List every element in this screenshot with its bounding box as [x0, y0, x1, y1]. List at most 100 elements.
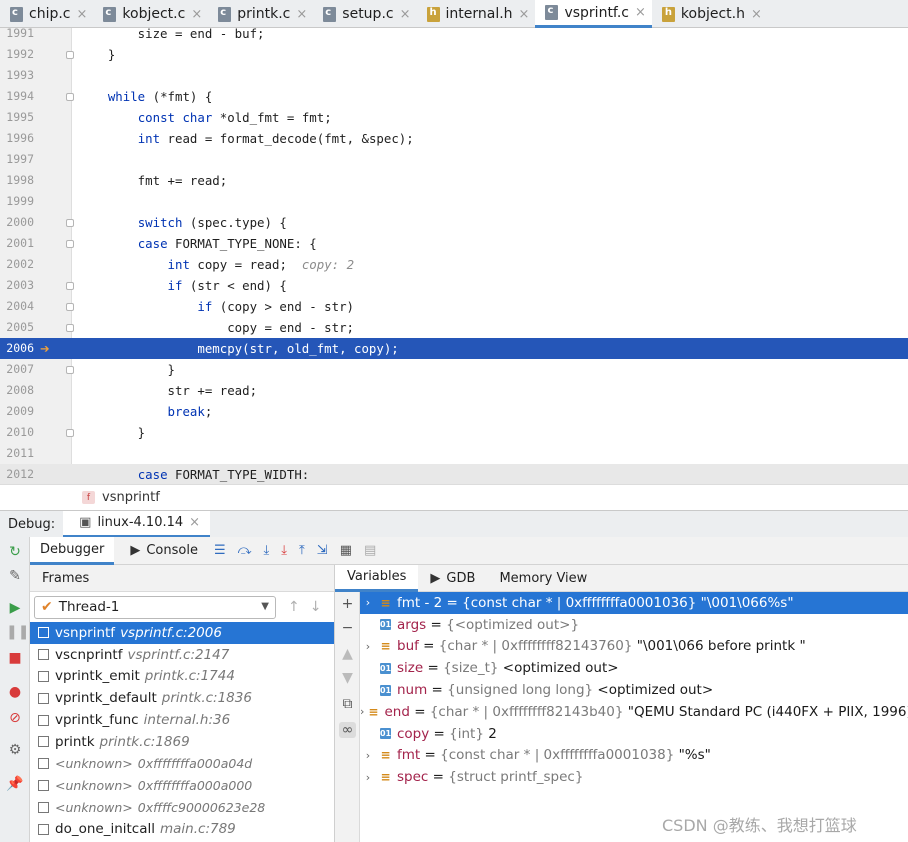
fold-marker-icon[interactable]: [66, 324, 74, 332]
close-icon[interactable]: ×: [296, 7, 307, 22]
mute-breakpoints-icon[interactable]: ⊘: [6, 709, 24, 727]
close-icon[interactable]: ×: [519, 7, 530, 22]
execution-line[interactable]: 2006 ➔ memcpy(str, old_fmt, copy);: [0, 338, 908, 359]
step-over-icon[interactable]: ⤓: [264, 543, 270, 558]
fold-marker-icon[interactable]: [66, 282, 74, 290]
fold-marker-icon[interactable]: [66, 240, 74, 248]
frame-row[interactable]: vprintk_emit printk.c:1744: [30, 666, 334, 688]
step-into-icon[interactable]: ⤓: [281, 543, 287, 558]
code-line[interactable]: 2000 switch (spec.type) {: [0, 212, 908, 233]
line-number[interactable]: 1991: [0, 28, 34, 44]
code-line[interactable]: 2001 case FORMAT_TYPE_NONE: {: [0, 233, 908, 254]
close-icon[interactable]: ×: [635, 5, 646, 20]
code-line[interactable]: 2010 }: [0, 422, 908, 443]
code-line[interactable]: 1993: [0, 65, 908, 86]
close-icon[interactable]: ×: [189, 515, 200, 530]
tab-console[interactable]: ▶ Console: [114, 537, 208, 565]
fold-marker-icon[interactable]: [66, 219, 74, 227]
line-number[interactable]: 2011: [0, 443, 34, 464]
tab-vsprintf-c[interactable]: vsprintf.c ×: [535, 0, 652, 28]
code-line[interactable]: 1991 size = end - buf;: [0, 28, 908, 44]
pin-icon[interactable]: 📌: [6, 775, 24, 793]
frame-row[interactable]: vscnprintf vsprintf.c:2147: [30, 644, 334, 666]
line-number[interactable]: 1995: [0, 107, 34, 128]
line-number[interactable]: 1992: [0, 44, 34, 65]
show-execution-point-icon[interactable]: ⤼: [238, 543, 252, 558]
tab-internal-h[interactable]: internal.h ×: [417, 0, 536, 28]
tab-kobject-h[interactable]: kobject.h ×: [652, 0, 768, 28]
line-number[interactable]: 1998: [0, 170, 34, 191]
code-line[interactable]: 1999: [0, 191, 908, 212]
menu-icon[interactable]: ☰: [214, 543, 226, 558]
fold-marker-icon[interactable]: [66, 51, 74, 59]
code-line[interactable]: 2011: [0, 443, 908, 464]
line-number[interactable]: 2012: [0, 464, 34, 484]
layout-icon[interactable]: ▤: [364, 543, 376, 558]
close-icon[interactable]: ×: [751, 7, 762, 22]
frame-row[interactable]: vprintk_default printk.c:1836: [30, 687, 334, 709]
variable-row[interactable]: › ≡ fmt = {const char * | 0xffffffffa00010…: [360, 745, 908, 767]
line-number[interactable]: 1994: [0, 86, 34, 107]
fold-marker-icon[interactable]: [66, 303, 74, 311]
add-watch-icon[interactable]: +: [339, 596, 356, 612]
debug-session-tab[interactable]: ▣ linux-4.10.14 ×: [63, 510, 211, 538]
code-line[interactable]: 2007 }: [0, 359, 908, 380]
close-icon[interactable]: ×: [191, 7, 202, 22]
frame-row[interactable]: <unknown> 0xffffffffa000a04d: [30, 753, 334, 775]
code-line[interactable]: 2004 if (copy > end - str): [0, 296, 908, 317]
chevron-right-icon[interactable]: ›: [360, 705, 364, 718]
tab-variables[interactable]: Variables: [335, 564, 419, 592]
frame-nav-arrows-icon[interactable]: ↑↓: [288, 599, 331, 615]
line-number[interactable]: 2008: [0, 380, 34, 401]
breadcrumb[interactable]: f vsnprintf: [0, 484, 908, 510]
move-down-icon[interactable]: ▼: [339, 670, 356, 686]
rerun-icon[interactable]: ↻: [6, 543, 24, 561]
frame-row[interactable]: <unknown> 0xffffc90000623e28: [30, 796, 334, 818]
frame-row[interactable]: printk printk.c:1869: [30, 731, 334, 753]
variable-row[interactable]: 01 copy = {int} 2: [360, 723, 908, 745]
code-line[interactable]: 2003 if (str < end) {: [0, 275, 908, 296]
line-number[interactable]: 1996: [0, 128, 34, 149]
variable-row[interactable]: › ≡ end = {char * | 0xffffffff82143b40} "Q…: [360, 701, 908, 723]
tab-chip-c[interactable]: chip.c ×: [0, 0, 93, 28]
variable-row[interactable]: › ≡ fmt - 2 = {const char * | 0xffffffffa0…: [360, 592, 908, 614]
line-number[interactable]: 2006: [0, 338, 34, 359]
frame-row[interactable]: vsnprintf vsprintf.c:2006: [30, 622, 334, 644]
code-line[interactable]: 1996 int read = format_decode(fmt, &spec…: [0, 128, 908, 149]
line-number[interactable]: 2009: [0, 401, 34, 422]
line-number[interactable]: 1997: [0, 149, 34, 170]
line-number[interactable]: 1993: [0, 65, 34, 86]
tab-printk-c[interactable]: printk.c ×: [208, 0, 313, 28]
fold-marker-icon[interactable]: [66, 366, 74, 374]
line-number[interactable]: 2007: [0, 359, 34, 380]
breadcrumb-function[interactable]: vsnprintf: [102, 490, 160, 505]
code-line[interactable]: 2008 str += read;: [0, 380, 908, 401]
tab-memory-view[interactable]: Memory View: [487, 565, 599, 592]
line-number[interactable]: 2004: [0, 296, 34, 317]
line-number[interactable]: 2002: [0, 254, 34, 275]
variable-row[interactable]: 01 args = {<optimized out>}: [360, 614, 908, 636]
tab-setup-c[interactable]: setup.c ×: [313, 0, 416, 28]
code-line[interactable]: 1995 const char *old_fmt = fmt;: [0, 107, 908, 128]
chevron-right-icon[interactable]: ›: [360, 596, 376, 609]
chevron-right-icon[interactable]: ›: [360, 771, 376, 784]
chevron-right-icon[interactable]: ›: [360, 749, 376, 762]
variable-row[interactable]: 01 size = {size_t} <optimized out>: [360, 657, 908, 679]
line-number[interactable]: 2003: [0, 275, 34, 296]
code-line[interactable]: 2005 copy = end - str;: [0, 317, 908, 338]
resume-icon[interactable]: ▶: [6, 599, 24, 617]
line-number[interactable]: 2000: [0, 212, 34, 233]
tab-debugger[interactable]: Debugger: [30, 536, 115, 565]
wrench-icon[interactable]: ✎: [6, 567, 24, 585]
fold-marker-icon[interactable]: [66, 429, 74, 437]
frame-row[interactable]: do_one_initcall main.c:789: [30, 818, 334, 840]
frame-row[interactable]: <unknown> 0xffffffffa000a000: [30, 775, 334, 797]
variable-row[interactable]: › ≡ buf = {char * | 0xffffffff82143760} "\…: [360, 636, 908, 658]
line-number[interactable]: 2005: [0, 317, 34, 338]
stop-icon[interactable]: ■: [6, 649, 24, 667]
variable-row[interactable]: › ≡ spec = {struct printf_spec}: [360, 766, 908, 788]
pause-icon[interactable]: ❚❚: [6, 623, 29, 641]
copy-icon[interactable]: ⧉: [339, 696, 356, 712]
run-to-cursor-icon[interactable]: ⇲: [317, 543, 328, 558]
settings-icon[interactable]: ⚙: [6, 741, 24, 759]
